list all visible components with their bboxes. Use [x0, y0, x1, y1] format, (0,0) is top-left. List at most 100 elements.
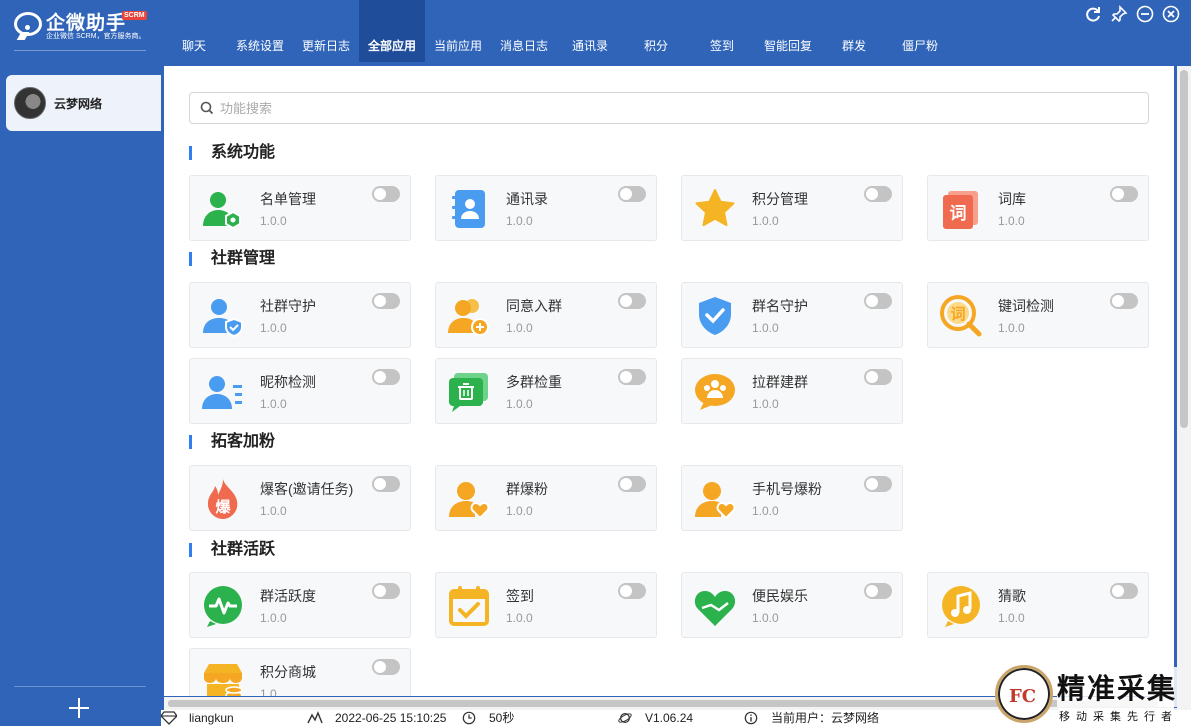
vertical-scroll-thumb[interactable] — [1180, 70, 1188, 428]
pin-icon[interactable] — [1109, 4, 1129, 24]
app-version: 1.0.0 — [752, 397, 779, 411]
tab-chat[interactable]: 聊天 — [161, 0, 227, 62]
enable-toggle[interactable] — [372, 659, 400, 675]
tab-checkin[interactable]: 签到 — [689, 0, 755, 62]
tab-current-apps[interactable]: 当前应用 — [425, 0, 491, 62]
app-version: 1.0.0 — [998, 611, 1025, 625]
app-card-approve-join[interactable]: 同意入群 1.0.0 — [435, 282, 657, 348]
tab-smart-reply[interactable]: 智能回复 — [755, 0, 821, 62]
user-detail-icon — [202, 376, 242, 409]
tab-message-log[interactable]: 消息日志 — [491, 0, 557, 62]
status-version: V1.06.24 — [617, 710, 693, 726]
user-heart-icon — [449, 482, 490, 520]
app-card-phone-fans[interactable]: 手机号爆粉 1.0.0 — [681, 465, 903, 531]
tab-mass-send[interactable]: 群发 — [821, 0, 887, 62]
app-card-guess-song[interactable]: 猜歌 1.0.0 — [927, 572, 1149, 638]
enable-toggle[interactable] — [1110, 583, 1138, 599]
app-card-keyword-detection[interactable]: 词 键词检测 1.0.0 — [927, 282, 1149, 348]
app-name: 社群守护 — [260, 298, 316, 314]
enable-toggle[interactable] — [1110, 293, 1138, 309]
app-name: 群活跃度 — [260, 588, 316, 604]
music-icon — [942, 586, 980, 627]
app-card-points-management[interactable]: 积分管理 1.0.0 — [681, 175, 903, 241]
shop-icon — [204, 664, 243, 696]
app-card-list-management[interactable]: 名单管理 1.0.0 — [189, 175, 411, 241]
account-sidebar: 云梦网络 — [0, 62, 161, 718]
app-name: 词库 — [998, 191, 1026, 207]
app-version: 1.0.0 — [506, 321, 533, 335]
app-card-checkin[interactable]: 签到 1.0.0 — [435, 572, 657, 638]
app-card-multi-group-dedup[interactable]: 多群检重 1.0.0 — [435, 358, 657, 424]
main-tabs: 聊天 系统设置 更新日志 全部应用 当前应用 消息日志 通讯录 积分 签到 智能… — [161, 0, 953, 62]
app-card-contacts[interactable]: 通讯录 1.0.0 — [435, 175, 657, 241]
status-current-user: 当前用户：云梦网络 — [743, 710, 879, 726]
add-user-icon — [448, 299, 489, 336]
app-name: 签到 — [506, 588, 534, 604]
app-card-group-activity[interactable]: 群活跃度 1.0.0 — [189, 572, 411, 638]
enable-toggle[interactable] — [864, 186, 892, 202]
app-card-points-mall[interactable]: 积分商城 1.0 — [189, 648, 411, 696]
app-card-nickname-detection[interactable]: 昵称检测 1.0.0 — [189, 358, 411, 424]
app-card-community-guard[interactable]: 社群守护 1.0.0 — [189, 282, 411, 348]
app-version: 1.0.0 — [998, 214, 1025, 228]
status-username: liangkun — [189, 711, 234, 725]
refresh-icon[interactable] — [1083, 4, 1103, 24]
enable-toggle[interactable] — [372, 293, 400, 309]
diamond-icon — [161, 711, 177, 725]
app-name: 手机号爆粉 — [752, 481, 822, 497]
sidebar-divider — [14, 686, 146, 687]
apps-panel: 系统功能 名单管理 1.0.0 通讯录 1.0.0 积分管理 1.0.0 词 词… — [164, 66, 1174, 696]
app-name: 猜歌 — [998, 588, 1026, 604]
minimize-icon[interactable] — [1135, 4, 1155, 24]
app-name: 拉群建群 — [752, 374, 808, 390]
enable-toggle[interactable] — [618, 186, 646, 202]
tab-contacts[interactable]: 通讯录 — [557, 0, 623, 62]
app-version: 1.0.0 — [998, 321, 1025, 335]
app-card-group-name-guard[interactable]: 群名守护 1.0.0 — [681, 282, 903, 348]
app-name: 多群检重 — [506, 374, 562, 390]
enable-toggle[interactable] — [618, 369, 646, 385]
tab-points[interactable]: 积分 — [623, 0, 689, 62]
enable-toggle[interactable] — [618, 476, 646, 492]
info-icon — [744, 711, 758, 725]
enable-toggle[interactable] — [864, 583, 892, 599]
tab-all-apps[interactable]: 全部应用 — [359, 0, 425, 62]
app-name: 昵称检测 — [260, 374, 316, 390]
enable-toggle[interactable] — [618, 583, 646, 599]
app-name: 名单管理 — [260, 191, 316, 207]
app-version: 1.0.0 — [260, 397, 287, 411]
enable-toggle[interactable] — [372, 583, 400, 599]
enable-toggle[interactable] — [372, 476, 400, 492]
contacts-icon — [452, 190, 485, 228]
enable-toggle[interactable] — [372, 369, 400, 385]
enable-toggle[interactable] — [372, 186, 400, 202]
app-card-entertainment[interactable]: 便民娱乐 1.0.0 — [681, 572, 903, 638]
fire-icon: 爆 — [207, 479, 238, 519]
enable-toggle[interactable] — [864, 293, 892, 309]
search-input[interactable] — [220, 93, 1140, 123]
tab-system-settings[interactable]: 系统设置 — [227, 0, 293, 62]
signal-icon — [307, 711, 323, 724]
user-shield-icon — [203, 299, 243, 338]
app-card-dictionary[interactable]: 词 词库 1.0.0 — [927, 175, 1149, 241]
enable-toggle[interactable] — [1110, 186, 1138, 202]
tab-zombie-fans[interactable]: 僵尸粉 — [887, 0, 953, 62]
account-name: 云梦网络 — [54, 96, 103, 111]
enable-toggle[interactable] — [864, 369, 892, 385]
logo-dot-icon — [23, 23, 32, 32]
enable-toggle[interactable] — [618, 293, 646, 309]
enable-toggle[interactable] — [864, 476, 892, 492]
clock-icon — [462, 711, 476, 725]
app-card-group-fans[interactable]: 群爆粉 1.0.0 — [435, 465, 657, 531]
app-card-create-group[interactable]: 拉群建群 1.0.0 — [681, 358, 903, 424]
tab-update-log[interactable]: 更新日志 — [293, 0, 359, 62]
app-version: 1.0.0 — [752, 611, 779, 625]
account-item[interactable]: 云梦网络 — [6, 75, 161, 131]
add-account-button[interactable] — [67, 696, 91, 720]
app-card-invite-task[interactable]: 爆 爆客(邀请任务) 1.0.0 — [189, 465, 411, 531]
close-icon[interactable] — [1161, 4, 1181, 24]
svg-text:爆: 爆 — [215, 498, 231, 516]
title-bar: 企微助手 SCRM 企业微信 SCRM，官方服务商。 聊天 系统设置 更新日志 … — [0, 0, 1191, 62]
calendar-check-icon — [449, 586, 489, 626]
app-name: 键词检测 — [998, 298, 1054, 314]
